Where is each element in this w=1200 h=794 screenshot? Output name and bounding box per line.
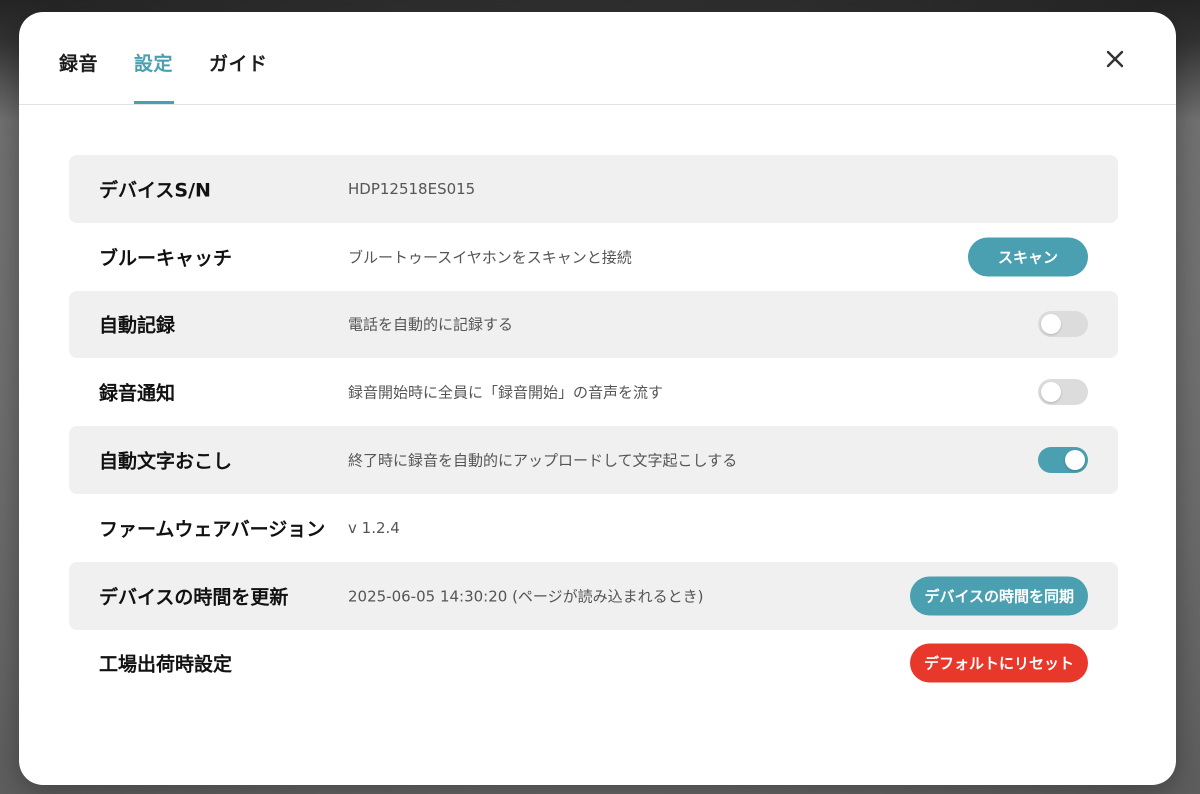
reset-default-button[interactable]: デフォルトにリセット: [909, 643, 1088, 683]
active-tab-indicator: [134, 101, 174, 104]
tab-guide[interactable]: ガイド: [209, 49, 268, 76]
auto-transcribe-desc: 終了時に録音を自動的にアップロードして文字起こしする: [348, 451, 738, 470]
close-icon: [1106, 50, 1124, 68]
close-button[interactable]: [1102, 46, 1128, 72]
toggle-knob: [1041, 314, 1061, 335]
row-record-notify: 録音通知 録音開始時に全員に「録音開始」の音声を流す: [69, 358, 1118, 426]
record-notify-toggle[interactable]: [1038, 379, 1088, 406]
auto-record-label: 自動記録: [99, 314, 176, 337]
auto-record-desc: 電話を自動的に記録する: [348, 315, 514, 334]
toggle-knob: [1065, 450, 1085, 471]
row-device-time: デバイスの時間を更新 2025-06-05 14:30:20 (ページが読み込ま…: [69, 561, 1118, 630]
bluecatch-label: ブルーキャッチ: [99, 247, 233, 270]
tab-settings[interactable]: 設定: [134, 49, 173, 76]
device-serial-value: HDP12518ES015: [348, 179, 476, 198]
auto-transcribe-toggle[interactable]: [1038, 447, 1088, 474]
factory-reset-label: 工場出荷時設定: [99, 653, 233, 676]
firmware-version: v 1.2.4: [348, 518, 400, 537]
device-time-label: デバイスの時間を更新: [99, 586, 289, 609]
toggle-knob: [1041, 382, 1061, 403]
row-bluecatch: ブルーキャッチ ブルートゥースイヤホンをスキャンと接続 スキャン: [69, 223, 1118, 291]
tab-bar: 録音 設定 ガイド: [19, 12, 1176, 105]
auto-transcribe-label: 自動文字おこし: [99, 450, 233, 473]
record-notify-desc: 録音開始時に全員に「録音開始」の音声を流す: [348, 383, 664, 402]
settings-modal: 録音 設定 ガイド デバイスS/N HDP12518ES015 ブルーキャッチ …: [19, 12, 1176, 785]
settings-list: デバイスS/N HDP12518ES015 ブルーキャッチ ブルートゥースイヤホ…: [69, 155, 1118, 697]
firmware-label: ファームウェアバージョン: [99, 518, 326, 541]
tab-recording[interactable]: 録音: [59, 49, 98, 76]
device-time-desc: 2025-06-05 14:30:20 (ページが読み込まれるとき): [348, 587, 704, 606]
row-factory-reset: 工場出荷時設定 デフォルトにリセット: [69, 630, 1118, 698]
row-device-serial: デバイスS/N HDP12518ES015: [69, 155, 1118, 223]
auto-record-toggle[interactable]: [1038, 311, 1088, 338]
row-auto-transcribe: 自動文字おこし 終了時に録音を自動的にアップロードして文字起こしする: [69, 426, 1118, 494]
record-notify-label: 録音通知: [99, 382, 176, 405]
sync-time-button[interactable]: デバイスの時間を同期: [910, 576, 1088, 616]
device-serial-label: デバイスS/N: [99, 179, 211, 202]
scan-button[interactable]: スキャン: [968, 237, 1088, 277]
row-firmware: ファームウェアバージョン v 1.2.4: [69, 494, 1118, 562]
bluecatch-desc: ブルートゥースイヤホンをスキャンと接続: [348, 248, 632, 267]
row-auto-record: 自動記録 電話を自動的に記録する: [69, 290, 1118, 359]
